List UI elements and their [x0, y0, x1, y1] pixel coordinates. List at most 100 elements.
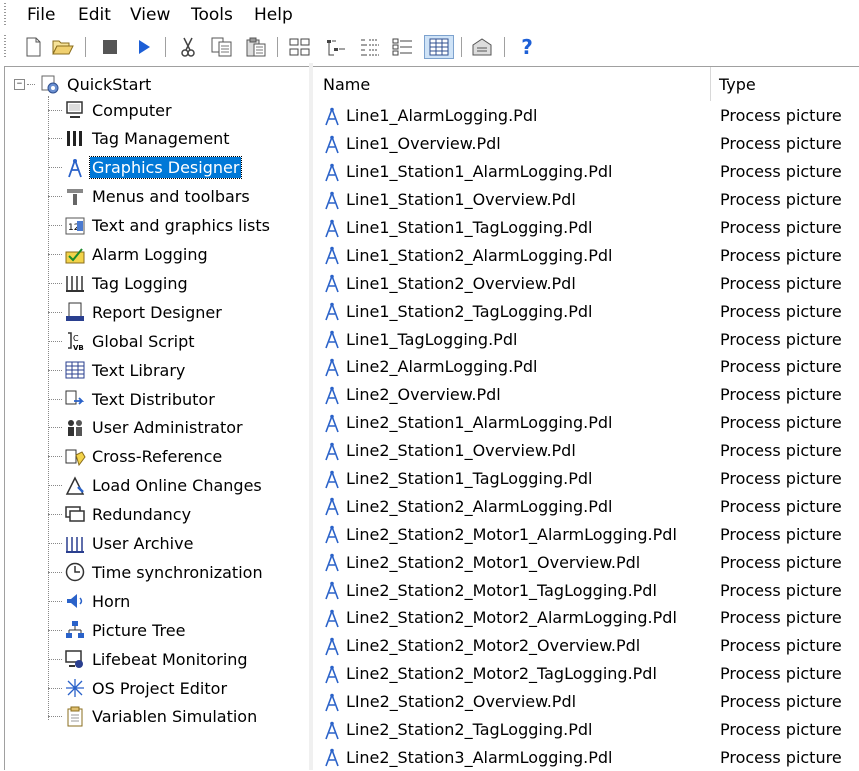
- tree-item-menus-and-toolbars[interactable]: Menus and toolbars: [48, 185, 252, 209]
- file-type: Process picture: [720, 413, 842, 433]
- large-icons-icon[interactable]: [288, 35, 312, 59]
- menus-toolbars-icon: [64, 186, 86, 208]
- tree-item-computer[interactable]: Computer: [48, 98, 174, 122]
- tree-item-report-designer[interactable]: Report Designer: [48, 300, 224, 324]
- table-row[interactable]: Line1_Station1_TagLogging.Pdl Process pic…: [313, 214, 859, 242]
- tree-item-label: Redundancy: [92, 505, 192, 525]
- process-picture-icon: [323, 134, 341, 154]
- tree-item-label: User Archive: [92, 534, 194, 553]
- tree-item-text-and-graphics-lists[interactable]: 12 Text and graphics lists: [48, 214, 272, 238]
- table-row[interactable]: Line1_AlarmLogging.Pdl Process picture: [313, 102, 859, 130]
- tree-connector: [48, 716, 62, 718]
- tree-connector: [48, 254, 62, 255]
- process-picture-icon: [323, 496, 341, 516]
- tree-item-os-project-editor[interactable]: OS Project Editor: [48, 676, 229, 700]
- properties-icon[interactable]: [470, 35, 494, 59]
- file-name: Line2_Station1_Overview.Pdl: [346, 441, 576, 461]
- menu-help[interactable]: Help: [254, 5, 293, 25]
- tree-item-horn[interactable]: Horn: [48, 589, 132, 613]
- os-project-editor-icon: [64, 677, 86, 699]
- table-row[interactable]: Line2_Station1_TagLogging.Pdl Process pic…: [313, 465, 859, 493]
- menu-edit[interactable]: Edit: [78, 5, 111, 25]
- tree-item-tag-management[interactable]: Tag Management: [48, 127, 232, 151]
- tree-item-cross-reference[interactable]: Cross-Reference: [48, 445, 224, 469]
- redundancy-icon: [64, 504, 86, 526]
- tree-item-text-distributor[interactable]: Text Distributor: [48, 387, 217, 411]
- cut-icon[interactable]: [176, 35, 200, 59]
- table-row[interactable]: Line1_Overview.Pdl Process picture: [313, 130, 859, 158]
- run-icon[interactable]: [132, 35, 156, 59]
- table-row[interactable]: Line2_Station2_Motor1_TagLogging.Pdl Proc…: [313, 576, 859, 604]
- table-row[interactable]: Line1_Station2_TagLogging.Pdl Process pic…: [313, 297, 859, 325]
- table-row[interactable]: Line2_Station3_AlarmLogging.Pdl Process p…: [313, 743, 859, 771]
- tree-item-load-online-changes[interactable]: Load Online Changes: [48, 474, 264, 498]
- tree-item-lifebeat-monitoring[interactable]: Lifebeat Monitoring: [48, 647, 250, 671]
- table-row[interactable]: Line2_Station2_TagLogging.Pdl Process pic…: [313, 716, 859, 744]
- table-row[interactable]: Line2_Station2_Motor2_Overview.Pdl Proces…: [313, 632, 859, 660]
- stop-icon[interactable]: [98, 35, 122, 59]
- menu-file[interactable]: File: [27, 5, 55, 25]
- file-type: Process picture: [720, 552, 842, 572]
- tree-item-label: Computer: [92, 100, 172, 120]
- table-row[interactable]: Line2_Overview.Pdl Process picture: [313, 381, 859, 409]
- tree-item-text-library[interactable]: Text Library: [48, 358, 187, 382]
- menu-view[interactable]: View: [130, 5, 170, 25]
- tree-item-global-script[interactable]: C VB Global Script: [48, 329, 197, 353]
- menu-grip[interactable]: [4, 3, 6, 27]
- table-row[interactable]: Line2_Station1_Overview.Pdl Process pictu…: [313, 437, 859, 465]
- menu-tools[interactable]: Tools: [191, 5, 233, 25]
- tree-item-user-administrator[interactable]: User Administrator: [48, 416, 245, 440]
- table-row[interactable]: Line2_Station2_Motor1_AlarmLogging.Pdl Pr…: [313, 520, 859, 548]
- table-row[interactable]: Line2_Station2_Motor2_TagLogging.Pdl Proc…: [313, 660, 859, 688]
- file-name: Line1_Station1_TagLogging.Pdl: [346, 218, 593, 237]
- table-row[interactable]: Line1_Station2_Overview.Pdl Process pictu…: [313, 269, 859, 297]
- file-type: Process picture: [720, 580, 842, 600]
- tree-item-tag-logging[interactable]: Tag Logging: [48, 271, 190, 295]
- table-row[interactable]: Line1_Station2_AlarmLogging.Pdl Process p…: [313, 241, 859, 269]
- process-picture-icon: [323, 273, 341, 293]
- tree-connector: [48, 196, 62, 198]
- small-icons-icon[interactable]: [324, 35, 348, 59]
- help-icon[interactable]: ?: [515, 35, 539, 59]
- tree-item-variablen-simulation[interactable]: Variablen Simulation: [48, 705, 259, 729]
- tree-item-redundancy[interactable]: Redundancy: [48, 503, 193, 527]
- text-library-icon: [64, 359, 86, 381]
- file-name: Line2_Station3_AlarmLogging.Pdl: [346, 747, 613, 767]
- file-type: Process picture: [720, 636, 842, 656]
- text-distributor-icon: [64, 388, 86, 410]
- table-row[interactable]: Line1_TagLogging.Pdl Process picture: [313, 325, 859, 353]
- open-icon[interactable]: [51, 35, 75, 59]
- table-row[interactable]: Line2_Station2_AlarmLogging.Pdl Process p…: [313, 492, 859, 520]
- table-row[interactable]: Line2_Station2_Motor2_AlarmLogging.Pdl Pr…: [313, 604, 859, 632]
- table-row[interactable]: Line2_Station2_Motor1_Overview.Pdl Proces…: [313, 548, 859, 576]
- table-row[interactable]: Line1_Station1_AlarmLogging.Pdl Process p…: [313, 158, 859, 186]
- tree-connector: [48, 629, 62, 631]
- tree-connector: [48, 109, 62, 111]
- new-icon[interactable]: [21, 35, 45, 59]
- column-header-name[interactable]: Name: [313, 67, 711, 101]
- list-icon[interactable]: [358, 35, 382, 59]
- tree-connector: [48, 427, 62, 429]
- copy-icon[interactable]: [210, 35, 234, 59]
- tree-item-time-synchronization[interactable]: Time synchronization: [48, 560, 265, 584]
- file-name: LIne2_Station2_Overview.Pdl: [346, 692, 577, 712]
- file-type: Process picture: [720, 273, 842, 293]
- file-type: Process picture: [720, 524, 842, 544]
- tree-root-quickstart[interactable]: − QuickStart: [14, 72, 153, 96]
- tree-item-alarm-logging[interactable]: Alarm Logging: [48, 243, 210, 267]
- tree-item-user-archive[interactable]: User Archive: [48, 532, 195, 556]
- toolbar: ?: [0, 31, 859, 63]
- details-icon[interactable]: [391, 35, 415, 59]
- toolbar-grip[interactable]: [4, 35, 6, 59]
- table-row[interactable]: LIne2_Station2_Overview.Pdl Process pictu…: [313, 688, 859, 716]
- table-row[interactable]: Line1_Station1_Overview.Pdl Process pictu…: [313, 186, 859, 214]
- details-active-icon[interactable]: [424, 35, 454, 59]
- clock-icon: [64, 561, 86, 583]
- paste-icon[interactable]: [244, 35, 268, 59]
- tree-item-graphics-designer[interactable]: Graphics Designer: [48, 156, 243, 180]
- collapse-icon[interactable]: −: [14, 78, 25, 90]
- table-row[interactable]: Line2_AlarmLogging.Pdl Process picture: [313, 353, 859, 381]
- column-header-type[interactable]: Type: [711, 67, 859, 101]
- table-row[interactable]: Line2_Station1_AlarmLogging.Pdl Process p…: [313, 409, 859, 437]
- tree-item-picture-tree[interactable]: Picture Tree: [48, 618, 187, 642]
